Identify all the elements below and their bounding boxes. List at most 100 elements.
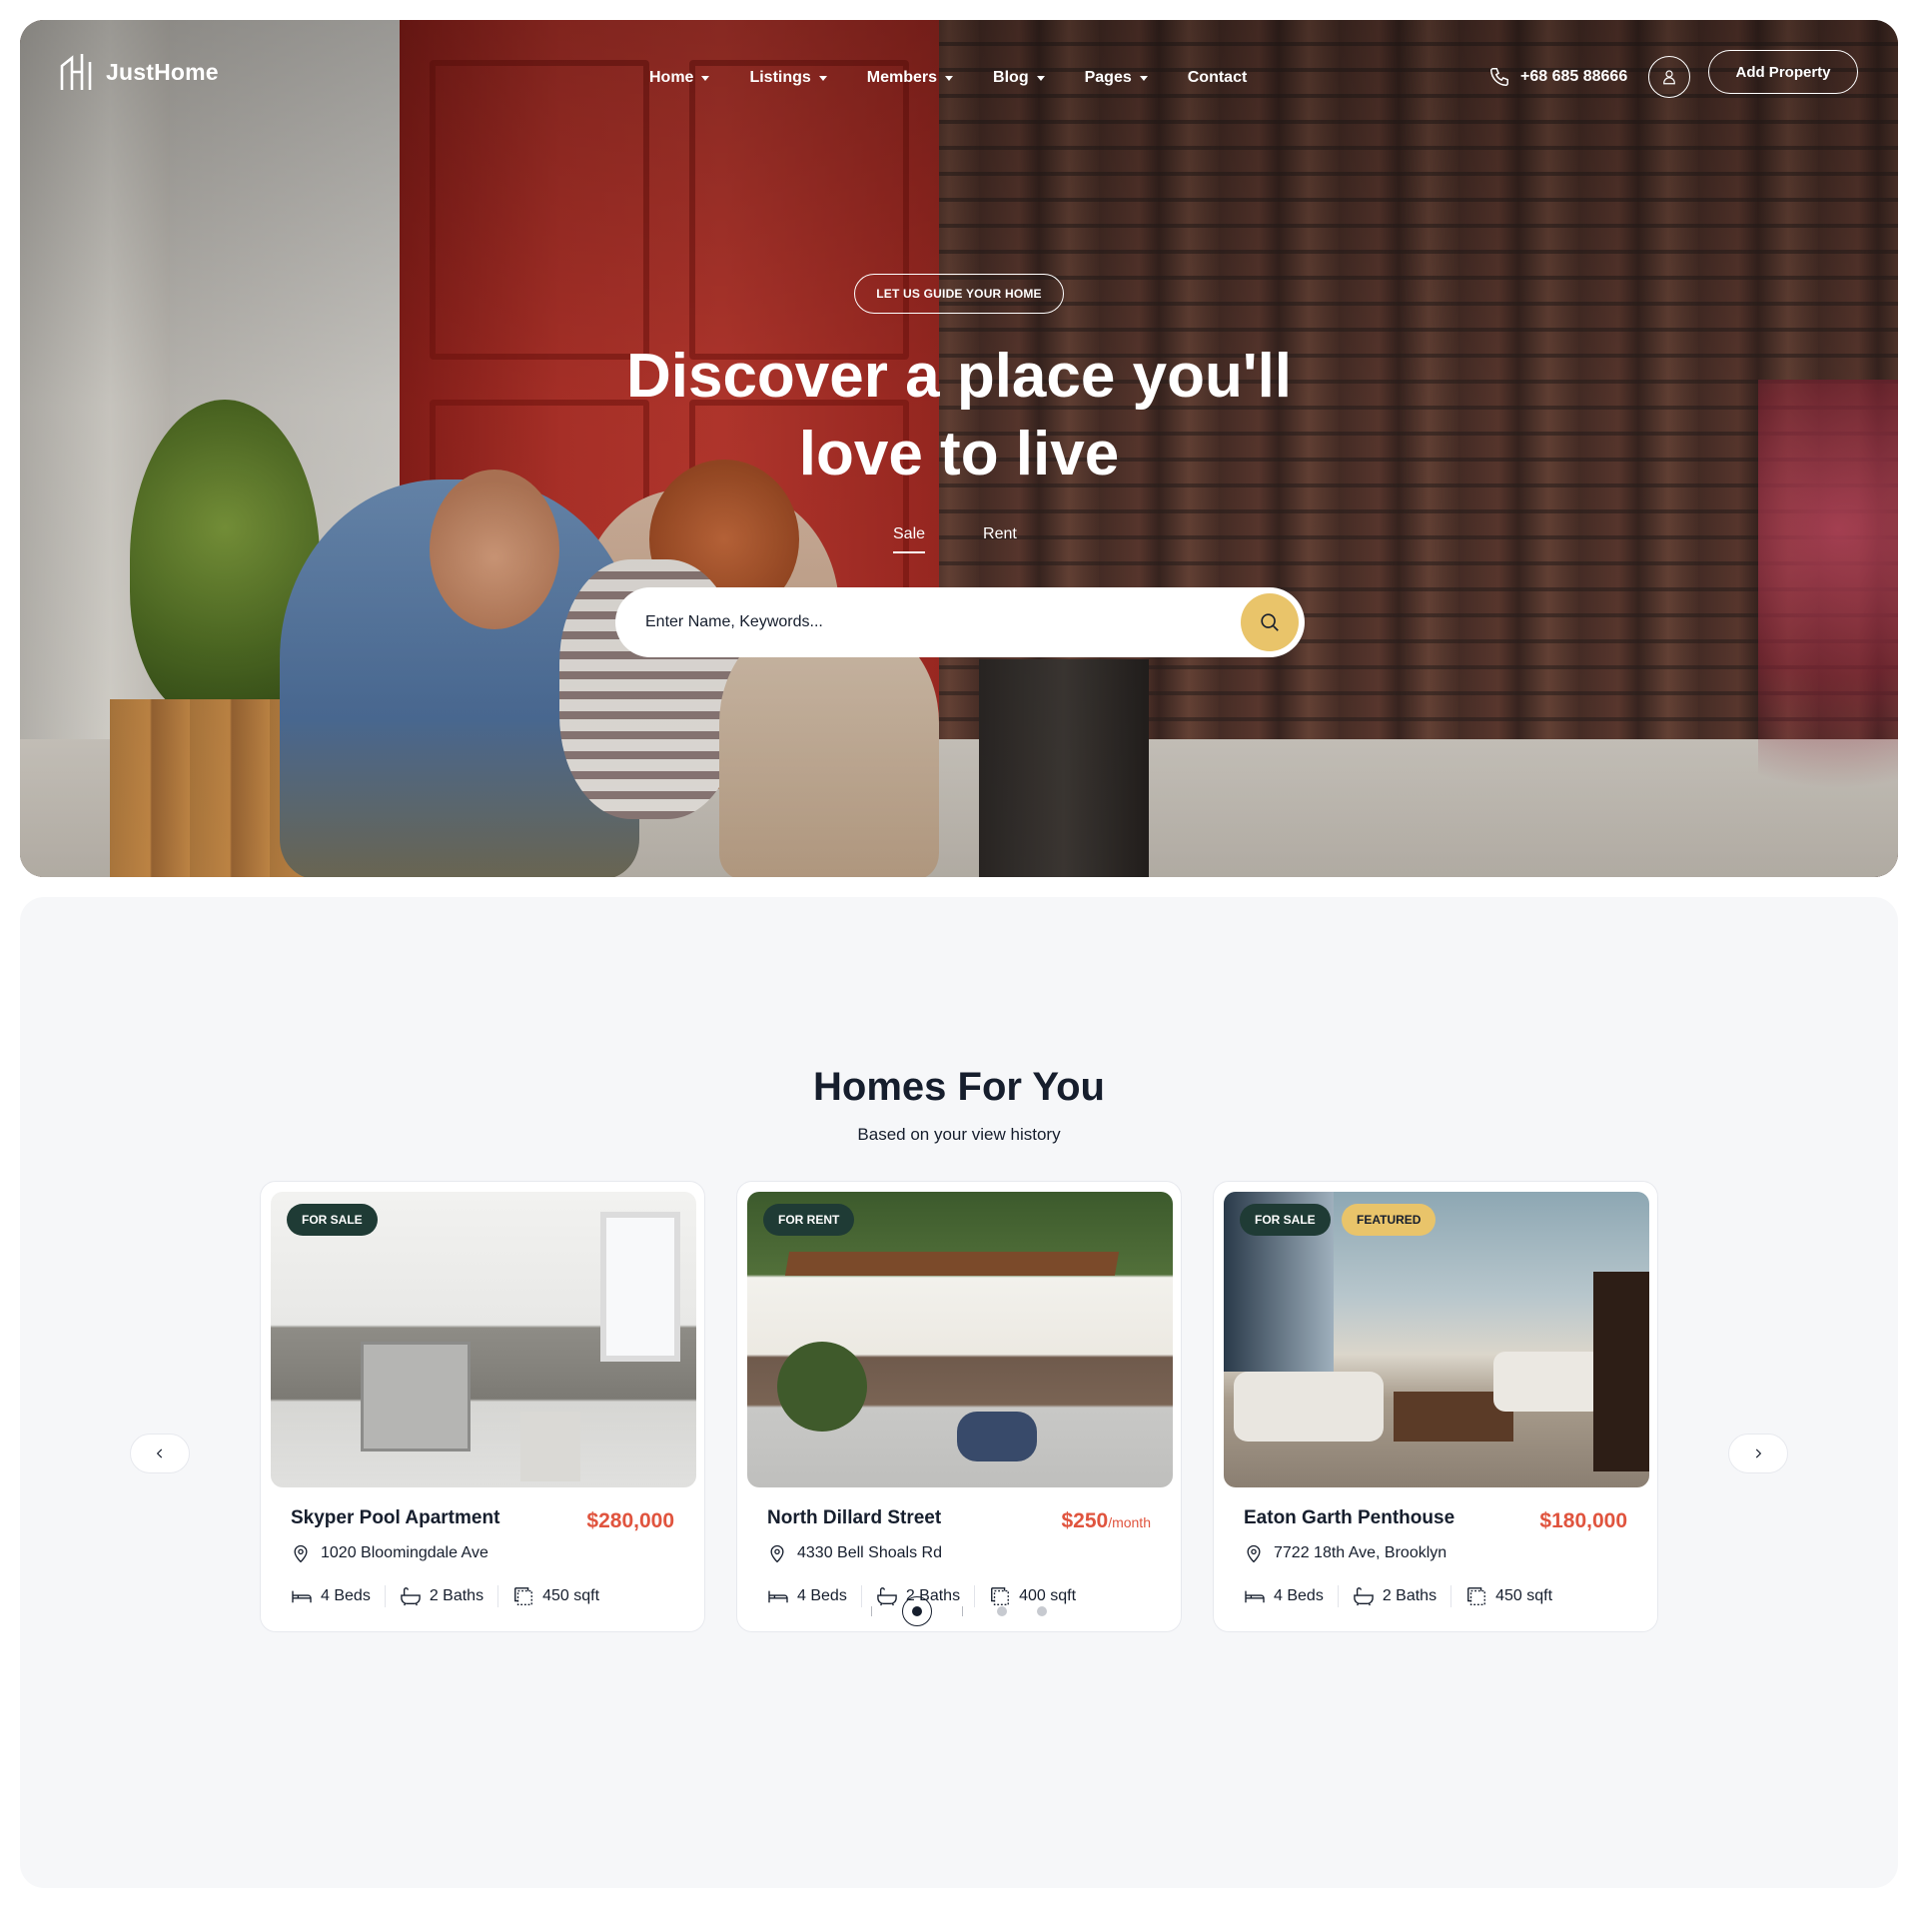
nav-label: Pages xyxy=(1084,69,1132,86)
hero-title-line-2: love to live xyxy=(798,420,1120,488)
carousel-pagination xyxy=(871,1596,1047,1626)
nav-label: Listings xyxy=(749,69,811,86)
phone-number: +68 685 88666 xyxy=(1520,68,1628,85)
nav-item-pages[interactable]: Pages xyxy=(1085,69,1148,87)
brand-logo[interactable]: JustHome xyxy=(60,52,219,92)
tag-for-sale: FOR SALE xyxy=(287,1204,378,1236)
feature-area: 450 sqft xyxy=(512,1585,599,1607)
nav-label: Blog xyxy=(993,69,1029,86)
property-address: 4330 Bell Shoals Rd xyxy=(767,1543,942,1563)
pagination-divider xyxy=(871,1606,872,1616)
property-card[interactable]: FOR SALE FEATURED Eaton Garth Penthouse … xyxy=(1213,1181,1658,1632)
property-price: $250/month xyxy=(1061,1509,1151,1533)
hero-title: Discover a place you'll love to live xyxy=(509,338,1409,493)
tag-for-rent: FOR RENT xyxy=(763,1204,855,1236)
price-value: $280,000 xyxy=(586,1509,674,1532)
search-button[interactable] xyxy=(1241,593,1299,651)
property-address: 1020 Bloomingdale Ave xyxy=(291,1543,488,1563)
carousel-next-button[interactable] xyxy=(1728,1434,1788,1473)
house-bars-logo-icon xyxy=(60,54,92,90)
area-icon xyxy=(514,1587,533,1605)
price-suffix: /month xyxy=(1108,1514,1151,1530)
beds-text: 4 Beds xyxy=(797,1587,847,1604)
property-photo-kitchen[interactable] xyxy=(271,1192,696,1487)
bathtub-icon xyxy=(401,1587,421,1606)
search-bar xyxy=(615,587,1305,657)
user-icon xyxy=(1663,70,1675,85)
property-price: $280,000 xyxy=(586,1509,674,1533)
search-icon xyxy=(1261,613,1279,631)
property-name[interactable]: Eaton Garth Penthouse xyxy=(1244,1507,1454,1529)
address-text: 1020 Bloomingdale Ave xyxy=(321,1544,488,1561)
caret-down-icon xyxy=(818,75,827,81)
hero-badge: LET US GUIDE YOUR HOME xyxy=(854,274,1064,314)
area-text: 450 sqft xyxy=(542,1587,600,1604)
feature-baths: 2 Baths xyxy=(400,1586,483,1606)
phone-icon xyxy=(1490,68,1508,86)
add-property-button[interactable]: Add Property xyxy=(1708,50,1858,94)
property-features: 4 Beds 2 Baths 450 sqft xyxy=(1244,1585,1552,1607)
baths-text: 2 Baths xyxy=(1382,1587,1438,1604)
nav-item-home[interactable]: Home xyxy=(649,69,710,87)
hero-section: JustHome Home Listings Members Blog Page… xyxy=(20,20,1898,877)
nav-label: Home xyxy=(649,69,694,86)
area-text: 450 sqft xyxy=(1495,1587,1553,1604)
nav-item-listings[interactable]: Listings xyxy=(749,69,827,87)
tab-sale[interactable]: Sale xyxy=(893,525,926,553)
caret-down-icon xyxy=(701,75,710,81)
feature-area: 450 sqft xyxy=(1465,1585,1552,1607)
baths-text: 2 Baths xyxy=(429,1587,484,1604)
pagination-dot[interactable] xyxy=(997,1606,1007,1616)
brand-name: JustHome xyxy=(106,58,219,85)
pagination-dot-active[interactable] xyxy=(902,1596,932,1626)
address-text: 7722 18th Ave, Brooklyn xyxy=(1274,1544,1447,1561)
hero-title-line-1: Discover a place you'll xyxy=(625,342,1293,411)
caret-down-icon xyxy=(1139,75,1148,81)
property-card[interactable]: FOR SALE Skyper Pool Apartment $280,000 … xyxy=(260,1181,705,1632)
price-value: $180,000 xyxy=(1539,1509,1627,1532)
property-address: 7722 18th Ave, Brooklyn xyxy=(1244,1543,1446,1563)
nav-label: Contact xyxy=(1187,69,1248,86)
section-subtitle: Based on your view history xyxy=(857,1125,1061,1144)
price-value: $250 xyxy=(1061,1509,1109,1532)
nav-item-members[interactable]: Members xyxy=(866,69,954,87)
nav-item-blog[interactable]: Blog xyxy=(993,69,1045,87)
area-icon xyxy=(1467,1587,1486,1605)
nav-item-contact[interactable]: Contact xyxy=(1188,69,1248,87)
property-card[interactable]: FOR RENT North Dillard Street $250/month… xyxy=(736,1181,1182,1632)
search-type-tabs: Sale Rent xyxy=(893,525,1017,553)
feature-beds: 4 Beds xyxy=(767,1587,847,1605)
search-input[interactable] xyxy=(645,613,1205,631)
user-account-button[interactable] xyxy=(1648,56,1690,98)
property-name[interactable]: Skyper Pool Apartment xyxy=(291,1507,499,1529)
phone-link[interactable]: +68 685 88666 xyxy=(1488,66,1627,88)
caret-down-icon xyxy=(1036,75,1045,81)
section-title: Homes For You xyxy=(813,1065,1105,1109)
pagination-divider xyxy=(962,1606,963,1616)
tab-rent[interactable]: Rent xyxy=(983,525,1017,553)
bed-icon xyxy=(1245,1590,1265,1603)
chevron-left-icon xyxy=(156,1449,163,1458)
bathtub-icon xyxy=(1354,1587,1374,1606)
site-header: JustHome Home Listings Members Blog Page… xyxy=(20,20,1898,120)
beds-text: 4 Beds xyxy=(1274,1587,1324,1604)
feature-beds: 4 Beds xyxy=(1244,1587,1324,1605)
address-text: 4330 Bell Shoals Rd xyxy=(797,1544,942,1561)
beds-text: 4 Beds xyxy=(321,1587,371,1604)
property-features: 4 Beds 2 Baths 450 sqft xyxy=(291,1585,599,1607)
property-price: $180,000 xyxy=(1539,1509,1627,1533)
caret-down-icon xyxy=(945,75,954,81)
property-photo-living-room[interactable] xyxy=(1224,1192,1649,1487)
map-pin-icon xyxy=(1247,1544,1261,1563)
homes-for-you-section: Homes For You Based on your view history… xyxy=(20,897,1898,1888)
tag-featured: FEATURED xyxy=(1342,1204,1437,1236)
property-photo-patio[interactable] xyxy=(747,1192,1173,1487)
pagination-dot[interactable] xyxy=(1037,1606,1047,1616)
bed-icon xyxy=(292,1590,312,1603)
carousel-prev-button[interactable] xyxy=(130,1434,190,1473)
feature-baths: 2 Baths xyxy=(1353,1586,1437,1606)
property-name[interactable]: North Dillard Street xyxy=(767,1507,941,1529)
nav-label: Members xyxy=(866,69,938,86)
feature-beds: 4 Beds xyxy=(291,1587,371,1605)
chevron-right-icon xyxy=(1755,1449,1762,1458)
